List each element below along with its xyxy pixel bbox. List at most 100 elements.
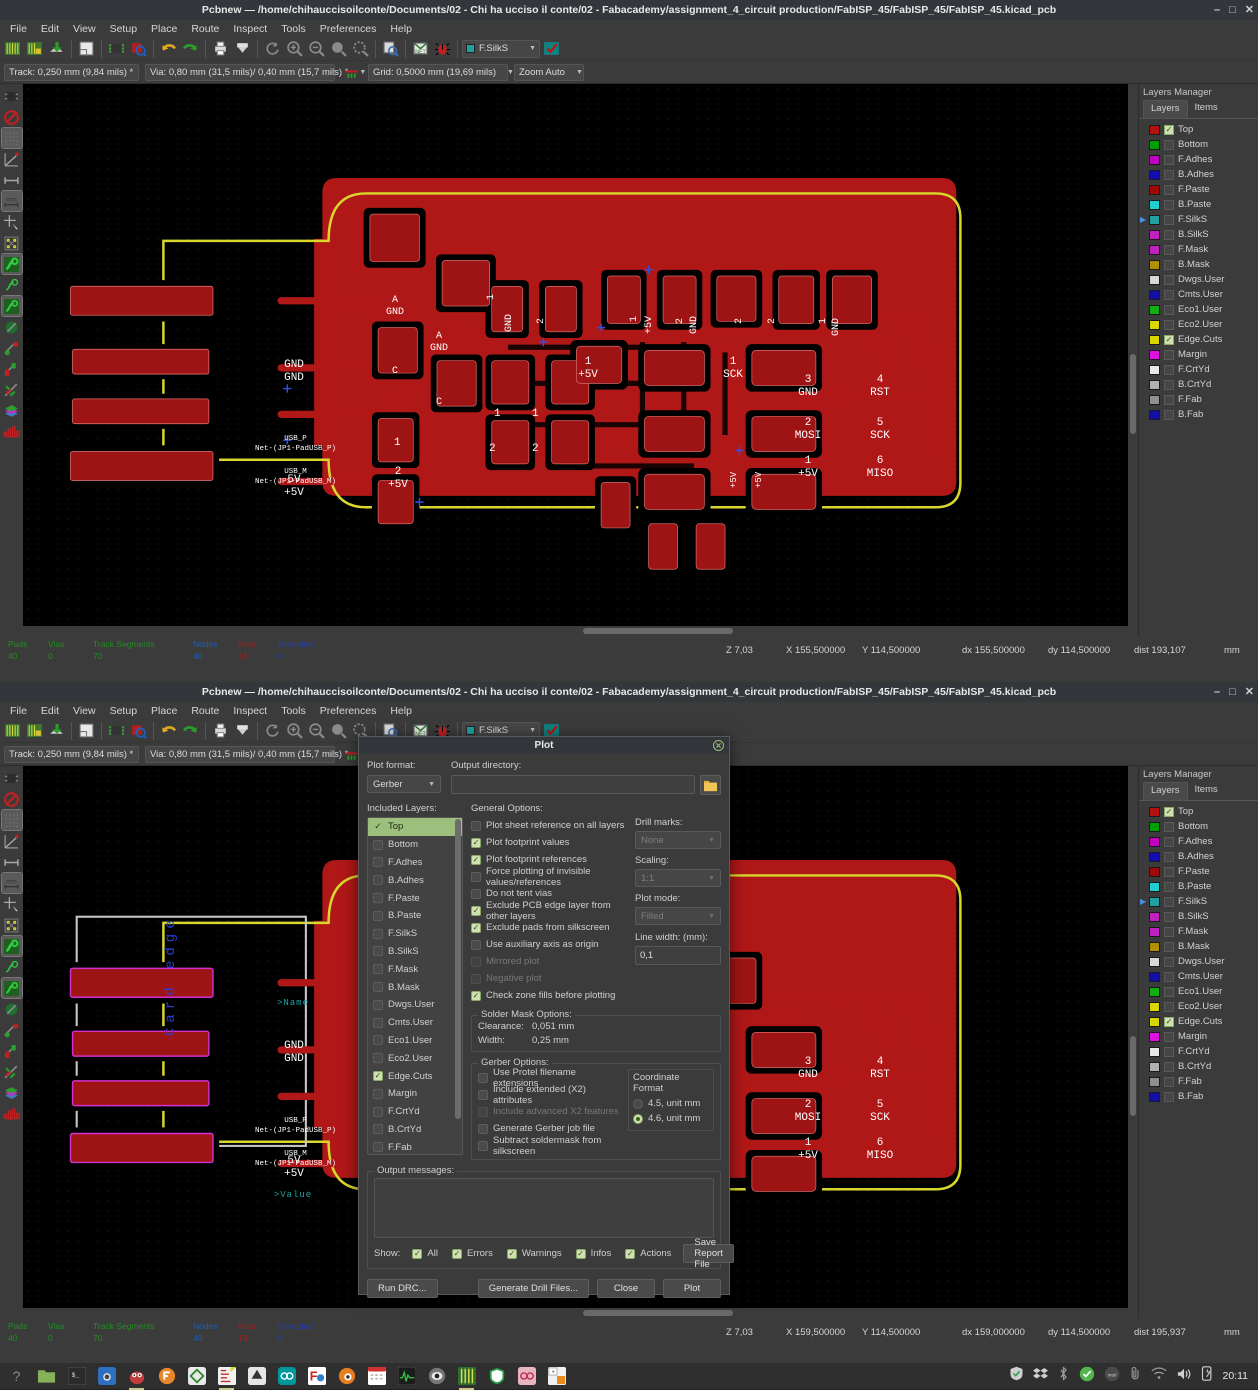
layer-visibility-checkbox[interactable] (1164, 821, 1174, 832)
layer-row-dwgs-user-top[interactable]: Dwgs.User (1139, 272, 1258, 287)
layer-color-swatch[interactable] (1149, 244, 1160, 255)
kicad-pcbnew-icon[interactable] (456, 1366, 477, 1390)
close-button[interactable]: ✕ (1245, 4, 1254, 16)
grid-toggle-icon[interactable] (0, 127, 23, 149)
layer-color-swatch[interactable] (1149, 199, 1160, 210)
auto-track-width-icon[interactable] (341, 62, 362, 83)
layer-visibility-checkbox[interactable] (1164, 866, 1174, 877)
canvas-hscrollbar-bottom[interactable] (23, 1308, 1138, 1318)
layer-row-f-adhes-bottom[interactable]: F.Adhes (1139, 834, 1258, 849)
layers-stack-icon[interactable] (2, 401, 22, 421)
layer-color-swatch[interactable] (1149, 881, 1160, 892)
tray-battery-icon[interactable] (1201, 1366, 1214, 1386)
layer-visibility-checkbox[interactable] (1164, 1001, 1174, 1012)
plot-layer-dwgs-user[interactable]: Dwgs.User (368, 996, 462, 1014)
layer-color-swatch[interactable] (1149, 1001, 1160, 1012)
save-report-file-button[interactable]: Save Report File (683, 1237, 734, 1270)
grid-toggle-icon-bottom[interactable] (0, 809, 23, 831)
layer-row-b-adhes-bottom[interactable]: B.Adhes (1139, 849, 1258, 864)
plot-layer-checkbox[interactable] (373, 982, 383, 993)
plot-layer-b-mask[interactable]: B.Mask (368, 978, 462, 996)
layer-row-top-bottom[interactable]: Top (1139, 804, 1258, 819)
plot-layer-f-silks[interactable]: F.SilkS (368, 925, 462, 943)
zoom-select[interactable]: Zoom Auto ▼ (514, 63, 584, 81)
zoom-fit-icon-bottom[interactable] (328, 720, 349, 741)
coord-format-4-6-unit-mm[interactable]: 4.6, unit mm (633, 1111, 709, 1126)
track-width-select[interactable]: Track: 0,250 mm (9,84 mils) *▼ (4, 63, 151, 81)
menu-edit-bottom[interactable]: Edit (35, 704, 65, 718)
plot-layer-checkbox[interactable] (373, 1017, 383, 1028)
general-option-force-plotting-of-invisible-values-references[interactable]: Force plotting of invisible values/refer… (471, 866, 629, 888)
layer-visibility-checkbox[interactable] (1164, 956, 1174, 967)
units-mm-icon-bottom[interactable]: mm (0, 872, 23, 894)
layer-visibility-checkbox[interactable] (1164, 184, 1174, 195)
checkbox[interactable] (506, 1248, 517, 1259)
tray-check-icon[interactable] (1079, 1366, 1095, 1387)
layer-color-swatch[interactable] (1149, 1076, 1160, 1087)
checkbox[interactable] (471, 871, 481, 882)
menu-help[interactable]: Help (384, 22, 418, 36)
menu-preferences[interactable]: Preferences (314, 22, 383, 36)
plot-layer-cmts-user[interactable]: Cmts.User (368, 1014, 462, 1032)
tab-layers-bottom[interactable]: Layers (1143, 782, 1188, 800)
open-board-icon[interactable] (24, 38, 45, 59)
layer-row-margin-bottom[interactable]: Margin (1139, 1029, 1258, 1044)
layer-color-swatch[interactable] (1149, 896, 1160, 907)
layer-color-swatch[interactable] (1149, 836, 1160, 847)
line-width-input[interactable]: 0,1 (635, 946, 721, 965)
layer-color-swatch[interactable] (1149, 184, 1160, 195)
plot-layer-bottom[interactable]: Bottom (368, 836, 462, 854)
layer-visibility-checkbox[interactable] (1164, 334, 1174, 345)
gerber-option-subtract-soldermask-from-silkscreen[interactable]: Subtract soldermask from silkscreen (478, 1135, 622, 1157)
drc-toggle-icon-bottom[interactable] (2, 768, 22, 788)
zones-hidden-icon[interactable] (2, 380, 22, 400)
netlist-icon[interactable]: NET (410, 38, 431, 59)
checkbox[interactable] (471, 820, 481, 831)
checkbox[interactable] (478, 1140, 488, 1151)
layer-color-swatch[interactable] (1149, 259, 1160, 270)
help-icon[interactable]: ? (6, 1366, 27, 1387)
layer-visibility-checkbox[interactable] (1164, 379, 1174, 390)
tray-shield-icon[interactable] (1009, 1366, 1024, 1386)
files-icon[interactable] (36, 1366, 57, 1387)
inkscape-icon[interactable] (246, 1366, 267, 1387)
layer-color-swatch[interactable] (1149, 986, 1160, 997)
plot-layer-top[interactable]: Top (368, 818, 462, 836)
layer-color-swatch[interactable] (1149, 821, 1160, 832)
general-option-exclude-pads-from-silkscreen[interactable]: Exclude pads from silkscreen (471, 919, 629, 936)
output-directory-input[interactable] (451, 775, 695, 794)
menu-inspect-bottom[interactable]: Inspect (227, 704, 273, 718)
menu-preferences-bottom[interactable]: Preferences (314, 704, 383, 718)
layer-row-b-fab-bottom[interactable]: B.Fab (1139, 1089, 1258, 1104)
layer-visibility-checkbox[interactable] (1164, 971, 1174, 982)
checkbox[interactable] (471, 922, 481, 933)
show-ratsnest-icon[interactable] (2, 233, 22, 253)
scaling-select[interactable]: 1:1 ▼ (635, 869, 721, 887)
plot-layer-f-adhes[interactable]: F.Adhes (368, 854, 462, 872)
minimize-button-bottom[interactable]: – (1214, 686, 1220, 698)
canvas-hscrollbar-top[interactable] (23, 626, 1138, 636)
drc-bug-icon[interactable] (432, 38, 453, 59)
plot-button[interactable]: Plot (663, 1279, 721, 1298)
layer-visibility-checkbox[interactable] (1164, 896, 1174, 907)
fritzing-icon[interactable]: F (306, 1366, 327, 1387)
high-contrast-icon-bottom[interactable] (2, 1104, 22, 1124)
layer-color-swatch[interactable] (1149, 1031, 1160, 1042)
menu-edit[interactable]: Edit (35, 22, 65, 36)
layer-row-b-paste-top[interactable]: B.Paste (1139, 197, 1258, 212)
open-footprint-viewer-icon[interactable] (128, 38, 149, 59)
included-layers-scrollbar[interactable] (455, 819, 461, 1154)
plot-icon[interactable] (232, 38, 253, 59)
plot-layer-checkbox[interactable] (373, 1071, 383, 1082)
drc-toggle-icon[interactable] (2, 86, 22, 106)
minimize-button[interactable]: – (1214, 4, 1220, 16)
menu-place[interactable]: Place (145, 22, 183, 36)
layer-row-f-fab-top[interactable]: F.Fab (1139, 392, 1258, 407)
layer-visibility-checkbox[interactable] (1164, 1046, 1174, 1057)
layer-visibility-checkbox[interactable] (1164, 836, 1174, 847)
tray-volume-icon[interactable] (1176, 1367, 1192, 1386)
checkbox[interactable] (478, 1089, 488, 1100)
open-board-icon-bottom[interactable] (24, 720, 45, 741)
show-tracks-filled-icon-bottom[interactable] (0, 935, 23, 957)
undo-icon-bottom[interactable] (158, 720, 179, 741)
